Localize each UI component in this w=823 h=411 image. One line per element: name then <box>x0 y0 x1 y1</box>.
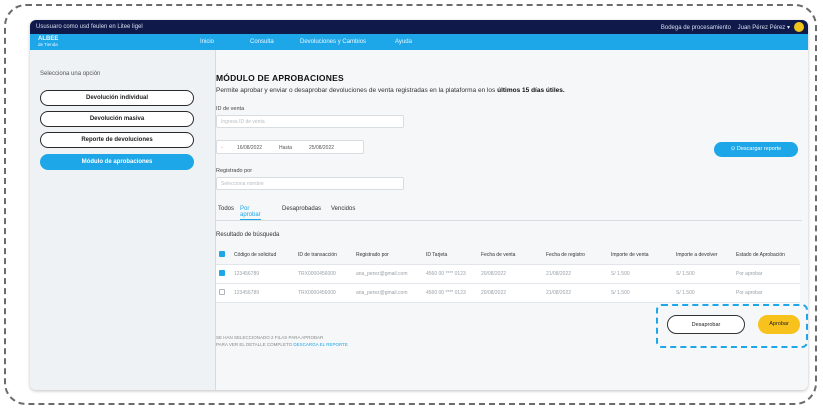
date-separator: Hasta <box>279 145 293 151</box>
column-header: Importe de venta <box>611 252 649 258</box>
status-badge: Por aprobar <box>736 290 763 296</box>
report-hint-text: PARA VER EL DETALLE COMPLETO DESCARGA EL… <box>216 342 348 347</box>
registered-by-select[interactable]: Selecciona nombre <box>216 177 404 190</box>
tabs-divider <box>216 220 802 221</box>
table-cell: 123456789 <box>234 271 260 277</box>
column-header: Estado de Aprobación <box>736 252 785 258</box>
nav-item-devoluciones[interactable]: Devoluciones y Cambios <box>300 39 366 45</box>
avatar[interactable] <box>794 22 804 32</box>
table-cell: 21/08/2022 <box>546 271 572 277</box>
table-cell: ana_perez@gmail.com <box>356 271 408 277</box>
sidebar: Selecciona una opción Devolución individ… <box>30 50 216 390</box>
table-cell: ana_perez@gmail.com <box>356 290 408 296</box>
row-checkbox[interactable] <box>219 270 225 276</box>
top-bar: Ususuaro como usd feulen en Litee ligel … <box>30 20 808 34</box>
table-cell: 21/08/2022 <box>546 290 572 296</box>
nav-item-consulta[interactable]: Consulta <box>250 39 274 45</box>
column-header: ID Tarjeta <box>426 252 448 258</box>
table-cell: S/ 1.500 <box>611 290 630 296</box>
column-header: Registrado por <box>356 252 389 258</box>
nav-item-inicio[interactable]: Inicio <box>200 39 214 45</box>
table-cell: 20/08/2022 <box>481 290 507 296</box>
select-all-checkbox[interactable] <box>219 251 225 257</box>
table-cell: S/ 1.500 <box>676 271 695 277</box>
user-name[interactable]: Juan Pérez Pérez <box>738 25 786 31</box>
results-title: Resultado de búsqueda <box>216 232 280 238</box>
table-cell: 4560 00 **** 0123 <box>426 290 466 296</box>
approve-button[interactable]: Aprobar <box>758 315 800 334</box>
table-cell: S/ 1.500 <box>676 290 695 296</box>
download-report-button[interactable]: ⊙ Descargar reporte <box>714 142 798 157</box>
chevron-down-icon[interactable]: ▾ <box>787 25 790 31</box>
welcome-text: Ususuaro como usd feulen en Litee ligel <box>36 24 143 30</box>
calendar-icon: ▫ <box>221 145 223 151</box>
table-cell: 20/08/2022 <box>481 271 507 277</box>
nav-bar: ALBEE de Tienda Inicio Consulta Devoluci… <box>30 34 808 50</box>
sidebar-title: Selecciona una opción <box>40 71 101 77</box>
table-cell: 4560 00 **** 0123 <box>426 271 466 277</box>
processing-store-text: Bodega de procesamiento <box>660 25 731 31</box>
column-header: Importe a devolver <box>676 252 718 258</box>
column-header: Fecha de venta <box>481 252 516 258</box>
tab-desaprobadas[interactable]: Desaprobadas <box>282 206 321 212</box>
date-range-picker[interactable]: ▫ 16/08/2022 Hasta 25/08/2022 <box>216 140 364 154</box>
sidebar-item-devolucion-masiva[interactable]: Devolución masiva <box>40 111 194 127</box>
reject-button[interactable]: Desaprobar <box>667 315 745 334</box>
registered-by-label: Registrado por <box>216 168 253 174</box>
table-cell: S/ 1.500 <box>611 271 630 277</box>
date-from: 16/08/2022 <box>237 145 263 151</box>
nav-item-ayuda[interactable]: Ayuda <box>395 39 412 45</box>
table-cell: TRX0000456000 <box>298 271 336 277</box>
table-row[interactable]: 123456789 TRX0000456000 ana_perez@gmail.… <box>216 265 800 284</box>
table-cell: TRX0000456000 <box>298 290 336 296</box>
column-header: Fecha de registro <box>546 252 585 258</box>
column-header: ID de transacción <box>298 252 337 258</box>
table-cell: 123456789 <box>234 290 260 296</box>
page-title: MÓDULO DE APROBACIONES <box>216 73 344 83</box>
download-report-link[interactable]: DESCARGA EL REPORTE <box>293 342 348 347</box>
download-icon: ⊙ <box>730 146 736 152</box>
tab-por-aprobar[interactable]: Por aprobar <box>240 206 261 220</box>
row-checkbox[interactable] <box>219 289 225 295</box>
sale-id-input[interactable]: Ingresa ID de venta <box>216 115 404 128</box>
date-to: 25/08/2022 <box>309 145 335 151</box>
logo[interactable]: ALBEE de Tienda <box>38 36 58 48</box>
table-row[interactable]: 123456789 TRX0000456000 ana_perez@gmail.… <box>216 284 800 303</box>
page-subtitle: Permite aprobar y enviar o desaprobar de… <box>216 87 565 94</box>
status-badge: Por aprobar <box>736 271 763 277</box>
selection-count-text: SE HAN SELECCIONADO 2 FILAS PARA APROBAR <box>216 335 324 340</box>
table-header-row: Código de solicitud ID de transacción Re… <box>216 246 800 265</box>
sidebar-item-devolucion-individual[interactable]: Devolución individual <box>40 90 194 106</box>
results-table: Código de solicitud ID de transacción Re… <box>216 246 800 303</box>
tab-todos[interactable]: Todos <box>218 206 234 212</box>
sidebar-item-reporte[interactable]: Reporte de devoluciones <box>40 132 194 148</box>
column-header: Código de solicitud <box>234 252 277 258</box>
sale-id-label: ID de venta <box>216 106 245 112</box>
tab-vencidos[interactable]: Vencidos <box>331 206 355 212</box>
sidebar-item-modulo-aprobaciones[interactable]: Módulo de aprobaciones <box>40 154 194 170</box>
